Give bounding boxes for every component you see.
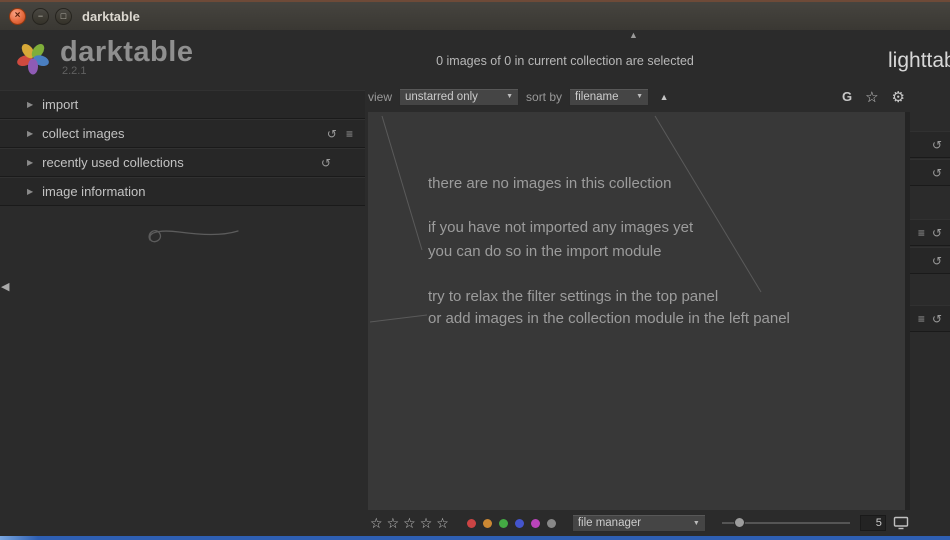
color-label-dot[interactable] bbox=[514, 518, 524, 528]
presets-icon[interactable]: ≡ bbox=[918, 312, 925, 326]
app-area: darktable 2.2.1 ▶ import ▶ collect image… bbox=[0, 30, 950, 536]
star-rating-icon[interactable]: ☆ bbox=[387, 515, 400, 532]
sort-by-dropdown[interactable]: filename ▼ bbox=[569, 87, 650, 106]
sort-ascending-icon: ▲ bbox=[659, 91, 669, 102]
decorative-squiggle bbox=[148, 230, 239, 243]
panel-collapse-left-icon: ◀ bbox=[1, 281, 10, 293]
right-module-row[interactable]: ↺ bbox=[910, 131, 950, 158]
expander-icon: ▶ bbox=[27, 100, 34, 109]
right-panel: ↺ ↺ ≡ ↺ ↺ ≡ ↺ bbox=[910, 30, 950, 510]
zoom-level-value[interactable]: 5 bbox=[859, 515, 886, 531]
maximize-icon: □ bbox=[60, 10, 67, 21]
toolbar-icons: G ☆ ⚙ bbox=[842, 88, 905, 106]
expander-icon: ▶ bbox=[27, 158, 34, 167]
star-rating-icon[interactable]: ☆ bbox=[436, 515, 449, 532]
module-collect-images[interactable]: ▶ collect images ↺ ≡ bbox=[0, 119, 365, 148]
left-panel-sections: ▶ import ▶ collect images ↺ ≡ ▶ recently… bbox=[0, 90, 365, 206]
brand: darktable 2.2.1 bbox=[13, 37, 193, 77]
module-label: recently used collections bbox=[42, 155, 184, 170]
filter-hint-line1: try to relax the filter settings in the … bbox=[428, 288, 719, 305]
color-label-dot[interactable] bbox=[482, 518, 492, 528]
right-module-row[interactable]: ↺ bbox=[910, 247, 950, 274]
layout-value: file manager bbox=[577, 517, 642, 529]
dropdown-arrow-icon: ▼ bbox=[692, 519, 700, 527]
minimize-button[interactable]: − bbox=[32, 7, 49, 25]
reset-icon[interactable]: ↺ bbox=[932, 312, 942, 326]
bottom-toolbar: ☆ ☆ ☆ ☆ ☆ file manager ▼ 5 bbox=[365, 510, 950, 536]
right-module-row[interactable]: ≡ ↺ bbox=[910, 219, 950, 246]
presets-icon[interactable]: ≡ bbox=[918, 226, 925, 240]
maximize-button[interactable]: □ bbox=[55, 7, 72, 25]
preferences-gear-icon[interactable]: ⚙ bbox=[892, 88, 905, 106]
reset-icon[interactable]: ↺ bbox=[327, 127, 337, 141]
color-label-dot[interactable] bbox=[498, 518, 508, 528]
module-recently-used-collections[interactable]: ▶ recently used collections ↺ bbox=[0, 148, 365, 177]
reset-icon[interactable]: ↺ bbox=[321, 156, 331, 170]
brand-text: darktable 2.2.1 bbox=[60, 37, 193, 77]
window-title: darktable bbox=[82, 8, 140, 24]
view-filter-label: view bbox=[368, 89, 393, 104]
darktable-window: × − □ darktable darktable 2.2.1 ▶ import… bbox=[0, 0, 950, 540]
sort-by-value: filename bbox=[575, 90, 619, 103]
reset-icon[interactable]: ↺ bbox=[932, 138, 942, 152]
zoom-slider[interactable] bbox=[721, 516, 850, 530]
color-labels bbox=[466, 518, 556, 528]
empty-collection-message: there are no images in this collection bbox=[428, 175, 672, 192]
display-profile-icon[interactable] bbox=[893, 516, 909, 530]
dropdown-arrow-icon: ▼ bbox=[506, 93, 514, 100]
filter-hint-line2: or add images in the collection module i… bbox=[428, 310, 790, 327]
zoom-slider-knob[interactable] bbox=[733, 517, 745, 528]
dropdown-arrow-icon: ▼ bbox=[636, 93, 644, 100]
right-module-row[interactable]: ↺ bbox=[910, 159, 950, 186]
module-label: image information bbox=[42, 184, 146, 199]
presets-icon[interactable]: ≡ bbox=[346, 127, 353, 141]
right-module-row[interactable]: ≡ ↺ bbox=[910, 305, 950, 332]
layout-dropdown[interactable]: file manager ▼ bbox=[571, 514, 706, 532]
module-label: import bbox=[42, 97, 79, 112]
module-image-information[interactable]: ▶ image information bbox=[0, 177, 365, 206]
selection-status: 0 images of 0 in current collection are … bbox=[436, 54, 694, 68]
module-import[interactable]: ▶ import bbox=[0, 90, 365, 119]
star-rating-icon[interactable]: ☆ bbox=[420, 515, 433, 532]
sort-by-label: sort by bbox=[526, 89, 563, 104]
top-panel-collapse-handle[interactable]: ▲ bbox=[629, 30, 638, 40]
titlebar: × − □ darktable bbox=[0, 0, 950, 30]
expander-icon: ▶ bbox=[27, 187, 34, 196]
star-rating-icon[interactable]: ☆ bbox=[403, 515, 416, 532]
desktop-edge-strip bbox=[0, 536, 950, 540]
color-label-dot[interactable] bbox=[546, 518, 556, 528]
darktable-logo bbox=[17, 44, 49, 75]
left-panel-collapse-handle[interactable]: ◀ bbox=[1, 280, 9, 293]
expander-icon: ▶ bbox=[27, 129, 34, 138]
reset-icon[interactable]: ↺ bbox=[932, 166, 942, 180]
filter-toolbar: view unstarred only ▼ sort by filename ▼… bbox=[368, 86, 905, 107]
module-label: collect images bbox=[42, 126, 125, 141]
rating-stars: ☆ ☆ ☆ ☆ ☆ bbox=[368, 515, 451, 532]
close-button[interactable]: × bbox=[9, 7, 26, 25]
import-hint-line2: you can do so in the import module bbox=[428, 243, 662, 260]
close-icon: × bbox=[14, 10, 21, 21]
color-label-dot[interactable] bbox=[530, 518, 540, 528]
reset-icon[interactable]: ↺ bbox=[932, 226, 942, 240]
panel-collapse-up-icon: ▲ bbox=[629, 30, 638, 40]
view-filter-dropdown[interactable]: unstarred only ▼ bbox=[399, 87, 520, 106]
color-label-dot[interactable] bbox=[466, 518, 476, 528]
left-panel: darktable 2.2.1 ▶ import ▶ collect image… bbox=[0, 30, 365, 536]
app-name: darktable bbox=[60, 36, 194, 68]
lighttable-canvas: there are no images in this collection i… bbox=[368, 112, 905, 510]
overlays-star-icon[interactable]: ☆ bbox=[865, 88, 878, 106]
import-hint-line1: if you have not imported any images yet bbox=[428, 219, 694, 236]
reset-icon[interactable]: ↺ bbox=[932, 254, 942, 268]
grouping-icon[interactable]: G bbox=[842, 89, 852, 104]
sort-direction-button[interactable]: ▲ bbox=[656, 89, 672, 105]
star-rating-icon[interactable]: ☆ bbox=[370, 515, 383, 532]
minimize-icon: − bbox=[37, 10, 44, 21]
view-filter-value: unstarred only bbox=[405, 90, 478, 103]
